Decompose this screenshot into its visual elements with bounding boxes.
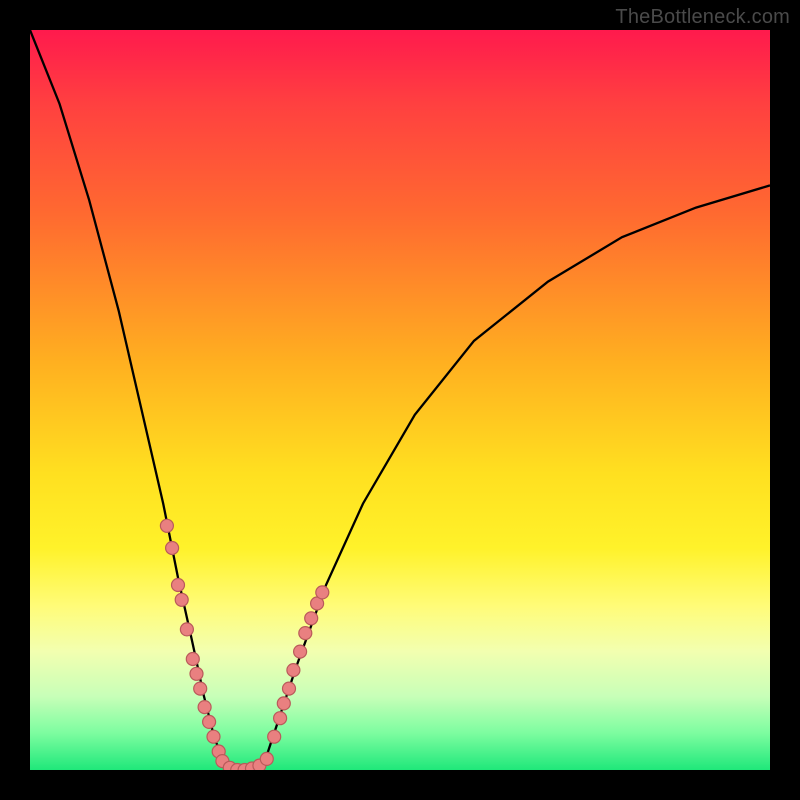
data-point — [316, 586, 329, 599]
data-point — [203, 715, 216, 728]
data-point — [160, 519, 173, 532]
data-point — [194, 682, 207, 695]
data-point — [305, 612, 318, 625]
data-point — [268, 730, 281, 743]
data-point — [299, 627, 312, 640]
data-point — [175, 593, 188, 606]
data-point — [260, 752, 273, 765]
data-point — [186, 653, 199, 666]
plot-area — [30, 30, 770, 770]
bottleneck-curve — [30, 30, 770, 770]
data-point — [166, 542, 179, 555]
data-point — [207, 730, 220, 743]
data-point — [198, 701, 211, 714]
watermark-text: TheBottleneck.com — [615, 6, 790, 29]
data-point — [294, 645, 307, 658]
data-point — [287, 664, 300, 677]
data-point — [172, 579, 185, 592]
data-point — [283, 682, 296, 695]
data-point — [180, 623, 193, 636]
chart-frame: TheBottleneck.com — [0, 0, 800, 800]
data-point — [274, 712, 287, 725]
bottleneck-chart-svg — [30, 30, 770, 770]
data-point — [190, 667, 203, 680]
data-point — [277, 697, 290, 710]
